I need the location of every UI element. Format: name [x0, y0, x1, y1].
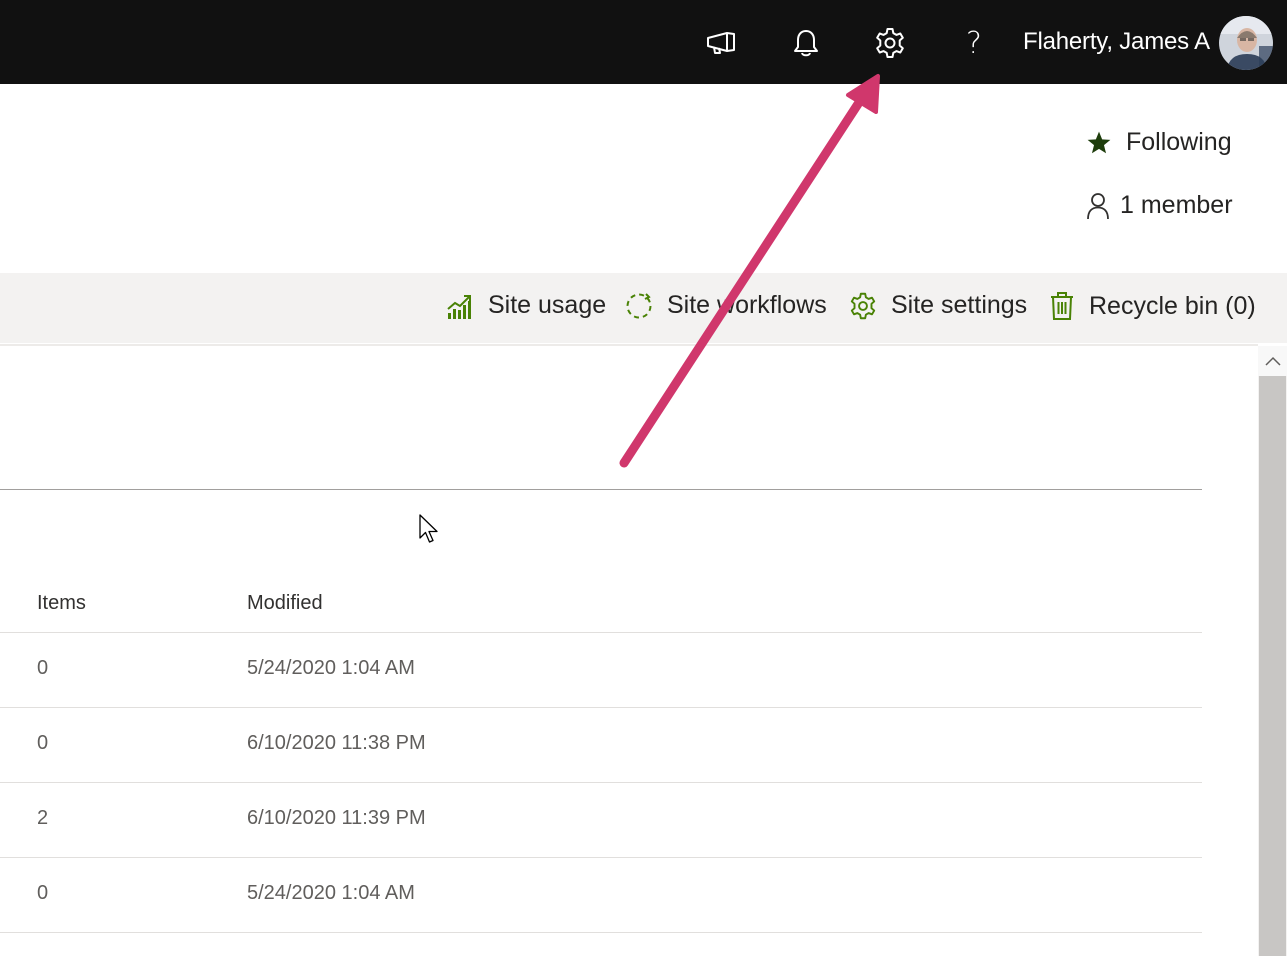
user-name[interactable]: Flaherty, James A [1023, 28, 1210, 56]
column-header-items[interactable]: Items [37, 592, 86, 615]
members-label: 1 member [1120, 191, 1233, 219]
items-cell: 0 [37, 732, 49, 754]
site-settings-label: Site settings [891, 291, 1028, 319]
command-bar: Site usage Site workflows Site settings [0, 273, 1287, 343]
items-cell: 0 [37, 657, 49, 679]
help-icon[interactable]: ? [952, 21, 996, 65]
gear-icon[interactable] [868, 21, 912, 65]
site-workflows-icon [626, 292, 652, 318]
megaphone-icon[interactable] [700, 21, 744, 65]
help-glyph: ? [966, 25, 982, 61]
table-row[interactable]: 0 5/24/2020 1:04 AM [0, 858, 1202, 933]
suite-bar: ? Flaherty, James A [0, 0, 1287, 84]
mouse-pointer-icon [419, 514, 438, 543]
avatar[interactable] [1219, 16, 1273, 70]
table-row[interactable]: 0 6/10/2020 11:38 PM [0, 708, 1202, 783]
modified-cell: 5/24/2020 1:04 AM [247, 882, 415, 904]
column-header-modified[interactable]: Modified [247, 592, 323, 615]
modified-cell: 5/24/2020 1:04 AM [247, 657, 415, 679]
site-workflows-label: Site workflows [667, 291, 827, 319]
modified-cell: 6/10/2020 11:38 PM [247, 732, 426, 754]
recycle-bin-button[interactable]: Recycle bin (0) [1049, 291, 1256, 321]
command-bar-divider [0, 344, 1258, 346]
chevron-up-icon [1264, 356, 1281, 366]
following-label: Following [1126, 128, 1232, 156]
person-icon [1087, 192, 1109, 219]
members-button[interactable]: 1 member [1086, 191, 1233, 220]
site-settings-button[interactable]: Site settings [849, 291, 1027, 320]
scroll-thumb[interactable] [1259, 376, 1286, 956]
recycle-bin-icon [1051, 292, 1073, 320]
vertical-scrollbar[interactable] [1258, 346, 1287, 956]
site-settings-icon [850, 292, 876, 319]
site-usage-button[interactable]: Site usage [446, 291, 606, 320]
follow-button[interactable]: Following [1086, 128, 1232, 157]
section-divider [0, 489, 1202, 490]
table-row[interactable]: 2 6/10/2020 11:39 PM [0, 783, 1202, 858]
recycle-bin-label: Recycle bin (0) [1089, 291, 1256, 320]
modified-cell: 6/10/2020 11:39 PM [247, 807, 426, 829]
site-workflows-button[interactable]: Site workflows [625, 291, 827, 320]
scroll-up-button[interactable] [1258, 346, 1287, 376]
table-row[interactable]: 0 5/24/2020 1:04 AM [0, 633, 1202, 708]
site-usage-icon [447, 294, 471, 319]
star-filled-icon [1087, 131, 1111, 153]
bell-icon[interactable] [784, 21, 828, 65]
items-cell: 2 [37, 807, 49, 829]
site-usage-label: Site usage [488, 291, 607, 319]
items-cell: 0 [37, 882, 49, 904]
